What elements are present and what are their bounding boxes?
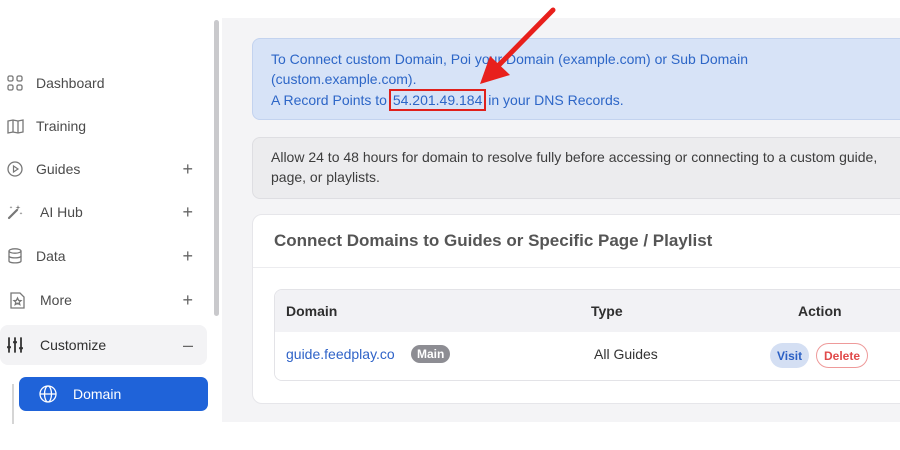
main-top-strip: [222, 0, 900, 18]
sidebar-subitem-label: Domain: [73, 386, 122, 402]
domain-link[interactable]: guide.feedplay.co: [286, 346, 395, 362]
sidebar-item-label: AI Hub: [40, 204, 83, 220]
card-title: Connect Domains to Guides or Specific Pa…: [274, 231, 713, 250]
star-doc-icon: [8, 291, 26, 309]
sidebar-item-label: Customize: [40, 337, 107, 353]
grid-icon: [6, 74, 24, 92]
sidebar-scrollbar[interactable]: [214, 20, 219, 316]
sidebar-item-label: Training: [36, 118, 87, 134]
submenu-guide-line: [12, 384, 14, 424]
table-row: guide.feedplay.co Main All Guides Visit …: [275, 332, 900, 380]
sidebar-item-label: Dashboard: [36, 75, 105, 91]
sidebar-item-training[interactable]: Training: [0, 106, 207, 146]
info-text: A Record Points to: [271, 92, 391, 108]
sidebar-item-label: More: [40, 292, 72, 308]
column-header-type: Type: [591, 303, 623, 319]
sidebar-item-more[interactable]: More +: [0, 280, 207, 320]
info-line-1: To Connect custom Domain, Poi your Domai…: [271, 49, 893, 69]
type-cell: All Guides: [594, 346, 658, 362]
info-text: your Domain (example.com) or Sub Domain: [474, 51, 748, 67]
column-header-domain: Domain: [286, 303, 338, 319]
book-icon: [6, 117, 24, 135]
collapse-icon[interactable]: –: [183, 335, 193, 356]
expand-icon[interactable]: +: [182, 290, 193, 311]
sidebar-subitem-domain[interactable]: Domain: [19, 377, 208, 411]
column-header-action: Action: [798, 303, 842, 319]
info-text: To Connect custom Domain, Poi: [271, 51, 471, 67]
expand-icon[interactable]: +: [182, 202, 193, 223]
database-icon: [6, 247, 24, 265]
ip-address-highlight: 54.201.49.184: [388, 89, 487, 111]
expand-icon[interactable]: +: [182, 246, 193, 267]
propagation-notice: Allow 24 to 48 hours for domain to resol…: [252, 137, 900, 199]
divider: [253, 267, 900, 268]
info-line-3: A Record Points to 54.201.49.184 in your…: [271, 89, 893, 111]
main-badge: Main: [411, 345, 451, 363]
sidebar-item-guides[interactable]: Guides +: [0, 149, 207, 189]
table-header: Domain Type Action: [275, 290, 900, 332]
delete-button[interactable]: Delete: [816, 343, 869, 368]
dns-info-box: To Connect custom Domain, Poi your Domai…: [252, 38, 900, 120]
domains-table: Domain Type Action guide.feedplay.co Mai…: [274, 289, 900, 381]
sidebar-item-customize[interactable]: Customize –: [0, 325, 207, 365]
magic-wand-icon: [6, 203, 24, 221]
expand-icon[interactable]: +: [182, 159, 193, 180]
sidebar-item-label: Guides: [36, 161, 81, 177]
sidebar-item-dashboard[interactable]: Dashboard: [0, 63, 207, 103]
sliders-icon: [6, 336, 24, 354]
sidebar-item-ai-hub[interactable]: AI Hub +: [0, 192, 207, 232]
sidebar-item-label: Data: [36, 248, 66, 264]
sidebar: Dashboard Training Guides + AI Hub + Dat…: [0, 0, 214, 450]
sidebar-item-data[interactable]: Data +: [0, 236, 207, 276]
info-text: in your DNS Records.: [484, 92, 624, 108]
visit-button[interactable]: Visit: [770, 343, 810, 368]
globe-icon: [39, 385, 57, 403]
info-line-2: (custom.example.com).: [271, 71, 417, 87]
play-circle-icon: [6, 160, 24, 178]
connect-domains-card: Connect Domains to Guides or Specific Pa…: [252, 214, 900, 404]
